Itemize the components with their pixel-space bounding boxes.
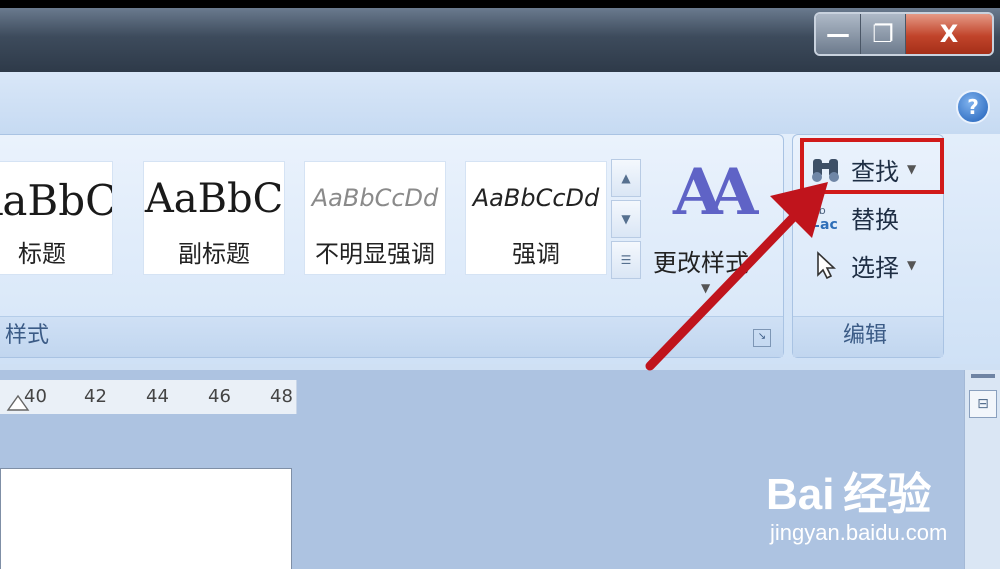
watermark-logo: Bai 经验 — [766, 470, 932, 519]
watermark-url: jingyan.baidu.com — [770, 520, 948, 545]
baidu-jingyan-watermark: Bai 经验 jingyan.baidu.com — [766, 458, 996, 558]
